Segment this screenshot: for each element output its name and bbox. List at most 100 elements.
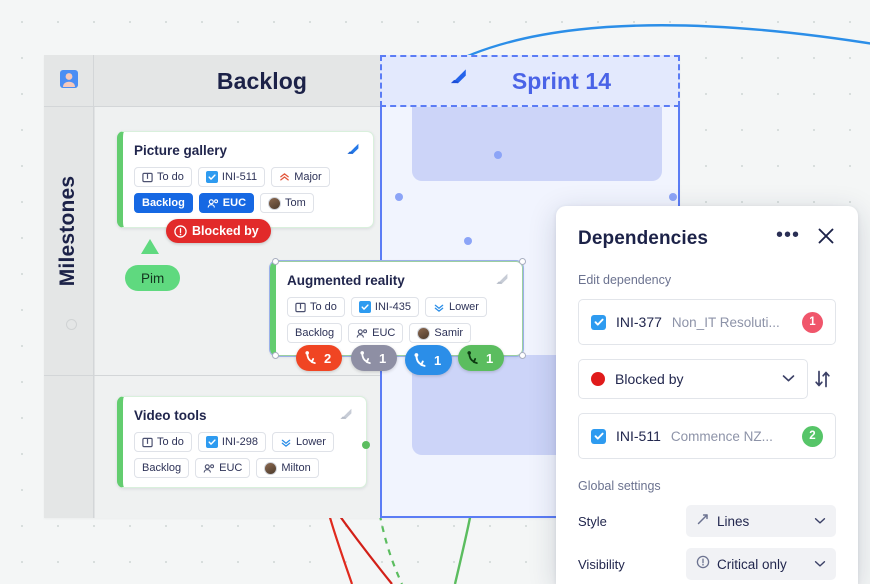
dependency-pill[interactable]: 1	[351, 345, 397, 371]
chevron-down-icon	[782, 370, 795, 388]
sprint-chip-label: Backlog	[295, 327, 334, 339]
dependency-arrow-icon	[359, 351, 374, 365]
target-issue-checkbox[interactable]	[591, 429, 606, 444]
dependency-arrow-icon	[413, 353, 429, 368]
close-icon[interactable]	[816, 226, 836, 251]
assignee-chip[interactable]: Milton	[256, 458, 318, 478]
priority-chip[interactable]: Lower	[425, 297, 487, 317]
card-chip-row-primary: To do INI-511 Major	[134, 167, 360, 187]
sprint-chip[interactable]: Backlog	[134, 193, 193, 213]
priority-major-icon	[279, 172, 290, 183]
resize-handle[interactable]	[272, 352, 279, 359]
blocked-by-badge[interactable]: Blocked by	[166, 219, 271, 243]
status-dot-icon	[591, 372, 605, 386]
anchor-dot	[362, 441, 370, 449]
team-icon	[207, 198, 219, 209]
anchor-dot	[395, 193, 403, 201]
source-issue-checkbox[interactable]	[591, 315, 606, 330]
status-chip-label: To do	[310, 301, 337, 313]
status-chip[interactable]: To do	[134, 432, 192, 452]
target-issue-row[interactable]: INI-511 Commence NZ... 2	[578, 413, 836, 459]
priority-chip[interactable]: Lower	[272, 432, 334, 452]
sprint-chip-label: Backlog	[142, 197, 185, 209]
target-issue-summary: Commence NZ...	[671, 429, 802, 444]
column-header-sprint14[interactable]: Sprint 14	[380, 55, 680, 107]
dependency-pill-count: 2	[324, 351, 331, 366]
ellipsis-icon[interactable]: •••	[776, 230, 800, 248]
card-chip-row-secondary: Backlog EUC Samir	[287, 323, 509, 343]
status-chip-label: To do	[157, 436, 184, 448]
exclamation-circle-icon	[696, 555, 710, 574]
resize-handle[interactable]	[272, 258, 279, 265]
sprint-chip-label: Backlog	[142, 462, 181, 474]
assignee-chip[interactable]: Tom	[260, 193, 314, 213]
source-issue-key: INI-377	[616, 314, 662, 330]
issue-key-chip[interactable]: INI-511	[198, 167, 265, 187]
card-title: Video tools	[134, 408, 353, 423]
row-gutter: Milestones	[44, 107, 94, 518]
card-title: Augmented reality	[287, 273, 509, 288]
priority-lower-icon	[280, 437, 292, 448]
row-collapse-icon[interactable]	[66, 319, 77, 330]
avatar	[417, 327, 430, 340]
milestone-marker-arrow	[141, 239, 159, 254]
dependency-pill[interactable]: 1	[458, 345, 504, 371]
source-issue-row[interactable]: INI-377 Non_IT Resoluti... 1	[578, 299, 836, 345]
dependency-arrow-icon	[304, 351, 319, 365]
assignee-chip[interactable]: Samir	[409, 323, 471, 343]
global-settings-label: Global settings	[578, 479, 836, 493]
jira-icon	[449, 67, 472, 95]
issue-card-video-tools[interactable]: Video tools To do INI-298 Lower Backlog …	[117, 396, 367, 488]
board-icon	[142, 437, 153, 448]
team-chip-label: EUC	[372, 327, 395, 339]
assignee-chip-label: Tom	[285, 197, 306, 209]
team-chip[interactable]: EUC	[348, 323, 403, 343]
style-select[interactable]: Lines	[686, 505, 836, 537]
card-chip-row-secondary: Backlog EUC Tom	[134, 193, 360, 213]
task-icon	[206, 436, 218, 448]
status-chip[interactable]: To do	[287, 297, 345, 317]
resize-handle[interactable]	[519, 258, 526, 265]
dependency-pill-count: 1	[379, 351, 386, 366]
swap-direction-button[interactable]	[808, 370, 836, 388]
sprint-chip[interactable]: Backlog	[134, 458, 189, 478]
issue-key-chip-label: INI-435	[375, 301, 411, 313]
visibility-select[interactable]: Critical only	[686, 548, 836, 580]
team-chip-label: EUC	[223, 197, 246, 209]
link-type-row: Blocked by	[578, 359, 836, 399]
style-value: Lines	[717, 514, 807, 529]
dependency-pill[interactable]: 1	[405, 345, 452, 375]
team-chip-label: EUC	[219, 462, 242, 474]
panel-title: Dependencies	[578, 228, 776, 250]
issue-card-augmented-reality[interactable]: Augmented reality To do INI-435 Lower Ba…	[270, 261, 523, 356]
dependencies-panel: Dependencies ••• Edit dependency INI-377…	[556, 206, 858, 584]
anchor-dot	[669, 193, 677, 201]
issue-card-picture-gallery[interactable]: Picture gallery To do INI-511 Major Back…	[117, 131, 374, 228]
column-header-sprint14-label: Sprint 14	[512, 68, 611, 95]
priority-chip[interactable]: Major	[271, 167, 330, 187]
team-chip[interactable]: EUC	[195, 458, 250, 478]
warning-icon	[174, 225, 187, 238]
issue-key-chip[interactable]: INI-298	[198, 432, 266, 452]
resize-handle[interactable]	[519, 352, 526, 359]
setting-row-visibility: Visibility Critical only	[578, 548, 836, 580]
anchor-dot	[464, 237, 472, 245]
sprint-chip[interactable]: Backlog	[287, 323, 342, 343]
dependency-arrow-icon	[466, 351, 481, 365]
team-icon	[203, 463, 215, 474]
target-issue-key: INI-511	[616, 428, 661, 444]
jira-icon	[346, 142, 363, 164]
status-chip[interactable]: To do	[134, 167, 192, 187]
setting-row-style: Style Lines	[578, 505, 836, 537]
dependency-pill[interactable]: 2	[296, 345, 342, 371]
column-header-backlog-label: Backlog	[217, 68, 307, 95]
team-chip[interactable]: EUC	[199, 193, 254, 213]
priority-chip-label: Lower	[296, 436, 326, 448]
priority-lower-icon	[433, 302, 445, 313]
link-type-select[interactable]: Blocked by	[578, 359, 808, 399]
row-label-milestones: Milestones	[56, 166, 80, 296]
card-chip-row-secondary: Backlog EUC Milton	[134, 458, 353, 478]
card-chip-row-primary: To do INI-298 Lower	[134, 432, 353, 452]
milestone-pill-pim[interactable]: Pim	[125, 265, 180, 291]
issue-key-chip[interactable]: INI-435	[351, 297, 419, 317]
